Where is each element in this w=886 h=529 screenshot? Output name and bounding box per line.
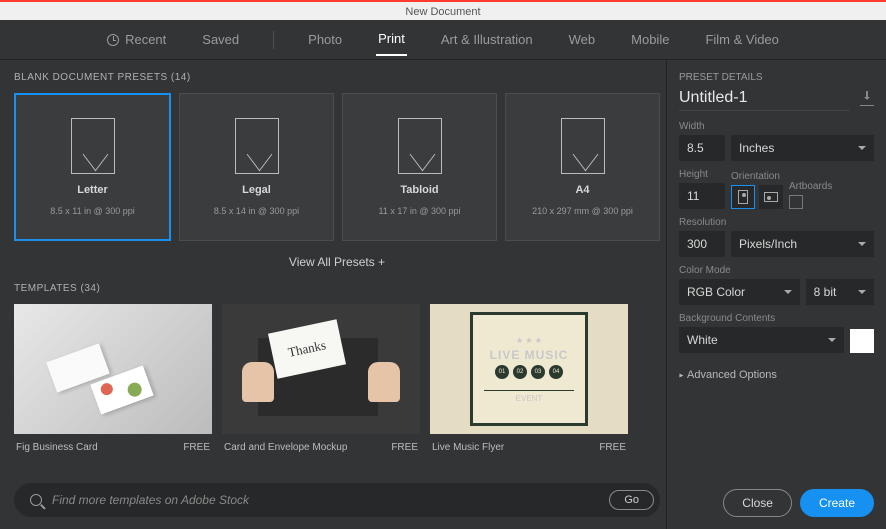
colormode-value: RGB Color <box>687 285 745 299</box>
template-thumb: Thanks <box>222 304 420 434</box>
artboards-label: Artboards <box>789 181 832 192</box>
clock-icon <box>107 34 119 46</box>
page-icon <box>235 118 279 174</box>
save-preset-icon[interactable] <box>860 94 874 106</box>
window-titlebar: New Document <box>0 0 886 20</box>
preset-legal[interactable]: Legal 8.5 x 14 in @ 300 ppi <box>179 93 334 241</box>
template-price: FREE <box>599 442 626 453</box>
background-label: Background Contents <box>679 313 874 324</box>
tab-art[interactable]: Art & Illustration <box>439 24 535 55</box>
artboards-checkbox[interactable] <box>789 195 803 209</box>
chevron-down-icon <box>784 290 792 298</box>
tab-photo[interactable]: Photo <box>306 24 344 55</box>
page-icon <box>398 118 442 174</box>
background-select[interactable]: White <box>679 327 844 353</box>
search-input[interactable]: Find more templates on Adobe Stock <box>52 493 599 507</box>
colormode-select[interactable]: RGB Color <box>679 279 800 305</box>
template-thumb <box>14 304 212 434</box>
chevron-down-icon <box>858 290 866 298</box>
preset-dims: 11 x 17 in @ 300 ppi <box>378 206 460 216</box>
background-swatch[interactable] <box>850 329 874 353</box>
close-button[interactable]: Close <box>723 489 792 517</box>
preset-a4[interactable]: A4 210 x 297 mm @ 300 ppi <box>505 93 660 241</box>
preset-letter[interactable]: Letter 8.5 x 11 in @ 300 ppi <box>14 93 171 241</box>
template-name: Live Music Flyer <box>432 442 504 453</box>
bitdepth-select[interactable]: 8 bit <box>806 279 874 305</box>
width-input[interactable] <box>679 135 725 161</box>
preset-dims: 8.5 x 14 in @ 300 ppi <box>214 206 299 216</box>
units-value: Inches <box>739 141 774 155</box>
tab-web[interactable]: Web <box>567 24 598 55</box>
template-live-music[interactable]: ★ ★ ★LIVE MUSIC01020304EVENT Live Music … <box>430 304 628 461</box>
search-go-button[interactable]: Go <box>609 490 654 510</box>
tab-film[interactable]: Film & Video <box>703 24 780 55</box>
chevron-down-icon <box>858 146 866 154</box>
preset-name: A4 <box>575 184 589 196</box>
resolution-input[interactable] <box>679 231 725 257</box>
bitdepth-value: 8 bit <box>814 285 837 299</box>
preset-details-heading: PRESET DETAILS <box>679 72 874 83</box>
template-name: Card and Envelope Mockup <box>224 442 347 453</box>
document-name-input[interactable]: Untitled-1 <box>679 89 850 111</box>
stock-search: Find more templates on Adobe Stock Go <box>14 483 660 517</box>
orientation-landscape[interactable] <box>759 185 783 209</box>
template-thumb: ★ ★ ★LIVE MUSIC01020304EVENT <box>430 304 628 434</box>
view-all-presets[interactable]: View All Presets + <box>14 241 660 283</box>
tab-saved[interactable]: Saved <box>200 24 241 55</box>
orientation-label: Orientation <box>731 171 783 182</box>
page-icon <box>71 118 115 174</box>
category-tabs: Recent Saved Photo Print Art & Illustrat… <box>0 20 886 60</box>
tab-separator <box>273 31 274 49</box>
template-price: FREE <box>391 442 418 453</box>
tab-recent[interactable]: Recent <box>105 24 168 55</box>
chevron-down-icon <box>858 242 866 250</box>
colormode-label: Color Mode <box>679 265 874 276</box>
units-select[interactable]: Inches <box>731 135 874 161</box>
template-business-card[interactable]: Fig Business Card FREE <box>14 304 212 461</box>
template-price: FREE <box>183 442 210 453</box>
resolution-units-value: Pixels/Inch <box>739 237 797 251</box>
height-label: Height <box>679 169 725 180</box>
tab-recent-label: Recent <box>125 32 166 47</box>
height-input[interactable] <box>679 183 725 209</box>
tab-mobile[interactable]: Mobile <box>629 24 671 55</box>
preset-name: Legal <box>242 184 271 196</box>
search-icon <box>30 494 42 506</box>
advanced-label: Advanced Options <box>687 369 777 381</box>
create-button[interactable]: Create <box>800 489 874 517</box>
resolution-label: Resolution <box>679 217 874 228</box>
preset-tabloid[interactable]: Tabloid 11 x 17 in @ 300 ppi <box>342 93 497 241</box>
chevron-right-icon: ▾ <box>677 373 686 377</box>
orientation-portrait[interactable] <box>731 185 755 209</box>
background-value: White <box>687 333 718 347</box>
chevron-down-icon <box>828 338 836 346</box>
template-envelope[interactable]: Thanks Card and Envelope Mockup FREE <box>222 304 420 461</box>
preset-name: Letter <box>77 184 108 196</box>
presets-heading: BLANK DOCUMENT PRESETS (14) <box>14 72 660 83</box>
tab-print[interactable]: Print <box>376 23 407 56</box>
preset-dims: 8.5 x 11 in @ 300 ppi <box>50 206 135 216</box>
advanced-options-toggle[interactable]: ▾Advanced Options <box>679 361 874 389</box>
preset-dims: 210 x 297 mm @ 300 ppi <box>532 206 633 216</box>
preset-name: Tabloid <box>400 184 438 196</box>
width-label: Width <box>679 121 874 132</box>
template-name: Fig Business Card <box>16 442 98 453</box>
templates-heading: TEMPLATES (34) <box>14 283 660 294</box>
page-icon <box>561 118 605 174</box>
resolution-units-select[interactable]: Pixels/Inch <box>731 231 874 257</box>
